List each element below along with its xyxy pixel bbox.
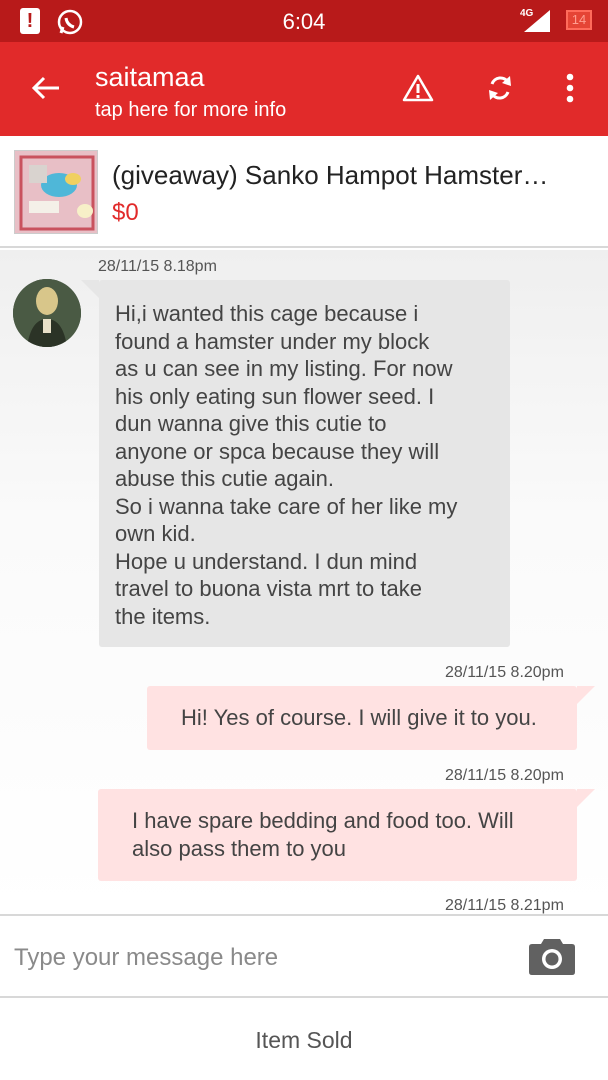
clock: 6:04: [282, 9, 326, 34]
message-composer: [0, 914, 608, 998]
listing-thumbnail[interactable]: [14, 150, 98, 234]
outgoing-message[interactable]: I have spare bedding and food too. Will …: [98, 789, 595, 881]
report-button[interactable]: [396, 66, 440, 110]
battery-icon: 14: [566, 10, 592, 30]
message-line: I have spare bedding and food too. Will: [132, 808, 514, 833]
message-line: So i wanna take care of her like my: [115, 493, 458, 519]
status-bar: ! 6:04 4G 14: [0, 0, 608, 42]
more-options-button[interactable]: [548, 66, 592, 110]
listing-title[interactable]: (giveaway) Sanko Hampot Hamster…: [112, 160, 582, 191]
camera-button[interactable]: [528, 936, 580, 980]
message-list[interactable]: 28/11/15 8.18pm Hi,i wanted this cage be…: [0, 250, 608, 914]
message-line: own kid.: [115, 521, 196, 546]
message-line: anyone or spca because they will: [115, 438, 440, 464]
refresh-icon: [489, 76, 511, 100]
message-line: dun wanna give this cutie to: [115, 411, 387, 436]
message-line: travel to buona vista mrt to take: [115, 576, 422, 601]
avatar[interactable]: [13, 279, 81, 347]
message-timestamp: 28/11/15 8.21pm: [445, 897, 564, 914]
message-line: the items.: [115, 603, 211, 629]
message-line: also pass them to you: [132, 835, 347, 861]
message-line: Hi! Yes of course. I will give it to you…: [181, 705, 537, 730]
message-timestamp: 28/11/15 8.20pm: [445, 767, 564, 784]
message-line: abuse this cutie again.: [115, 466, 334, 491]
chat-title[interactable]: saitamaa: [95, 62, 205, 93]
network-type: 4G: [520, 8, 534, 19]
incoming-message[interactable]: Hi,i wanted this cage because i found a …: [81, 280, 510, 647]
app-bar: saitamaa tap here for more info: [0, 42, 608, 136]
message-input[interactable]: [14, 936, 504, 980]
item-sold-button[interactable]: Item Sold: [0, 1000, 608, 1080]
back-button[interactable]: [22, 64, 70, 112]
listing-price: $0: [112, 199, 139, 226]
chat-subtitle[interactable]: tap here for more info: [95, 99, 286, 122]
warning-icon: [402, 74, 434, 102]
refresh-button[interactable]: [478, 66, 522, 110]
message-timestamp: 28/11/15 8.18pm: [98, 258, 217, 275]
message-line: found a hamster under my block: [115, 328, 430, 354]
more-vert-icon: [566, 73, 574, 103]
message-line: Hi,i wanted this cage because i: [115, 301, 419, 326]
camera-icon: [529, 939, 575, 975]
message-line: as u can see in my listing. For now: [115, 356, 453, 381]
outgoing-message[interactable]: Hi! Yes of course. I will give it to you…: [147, 686, 595, 750]
message-timestamp: 28/11/15 8.20pm: [445, 664, 564, 681]
message-line: Hope u understand. I dun mind: [115, 548, 418, 574]
back-arrow-icon: [31, 76, 59, 100]
listing-card[interactable]: (giveaway) Sanko Hampot Hamster… $0: [0, 136, 608, 248]
message-line: his only eating sun flower seed. I: [115, 383, 435, 409]
